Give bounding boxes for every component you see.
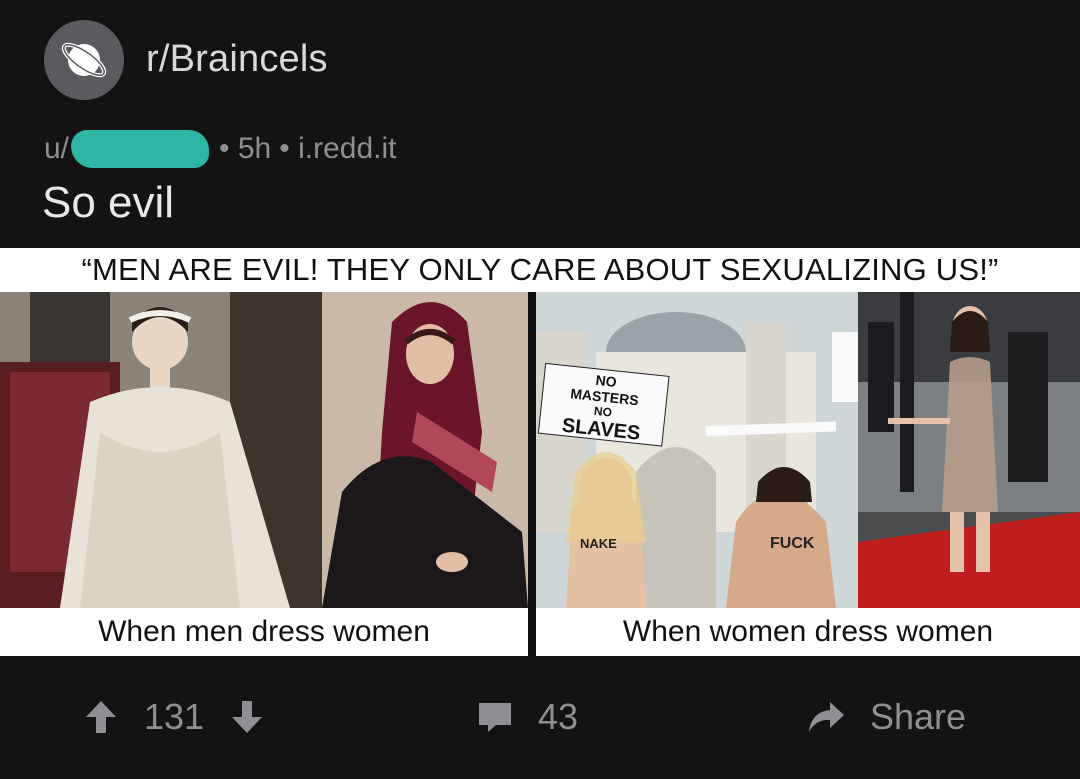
left-label: When men dress women — [0, 610, 528, 654]
photo-protest: NO MASTERS NO SLAVES NAKE FUCK — [536, 292, 858, 608]
comment-count: 43 — [538, 696, 579, 737]
post-action-bar: 131 43 Share — [0, 656, 1080, 779]
post-meta: u/ • 5h • i.redd.it — [44, 130, 396, 168]
panel-divider — [528, 292, 536, 656]
post-title[interactable]: So evil — [42, 178, 174, 228]
post-image[interactable]: “MEN ARE EVIL! THEY ONLY CARE ABOUT SEXU… — [0, 248, 1080, 656]
comment-icon — [476, 700, 514, 734]
subreddit-planet-icon[interactable] — [44, 20, 124, 100]
photo-red-carpet — [858, 292, 1080, 608]
body-text-1: NAKE — [580, 536, 617, 551]
photo-hijab — [322, 292, 528, 608]
post-age: • 5h — [219, 132, 272, 165]
post-header: r/Braincels u/ • 5h • i.redd.it So evil — [0, 0, 1080, 248]
share-button[interactable]: Share — [806, 696, 966, 738]
redacted-username — [71, 130, 210, 168]
downvote-icon[interactable] — [230, 699, 264, 735]
photo-victorian-dress — [0, 292, 322, 608]
comments-button[interactable]: 43 — [476, 696, 578, 738]
share-icon — [806, 700, 846, 734]
vote-group: 131 — [84, 696, 264, 738]
right-label: When women dress women — [536, 610, 1080, 654]
body-text-2: FUCK — [770, 535, 815, 552]
post-domain[interactable]: • i.redd.it — [279, 132, 396, 166]
share-label: Share — [870, 696, 967, 737]
author-prefix[interactable]: u/ — [44, 132, 69, 166]
subreddit-name[interactable]: r/Braincels — [146, 38, 328, 81]
upvote-icon[interactable] — [84, 699, 118, 735]
vote-count: 131 — [144, 696, 205, 737]
meme-top-caption: “MEN ARE EVIL! THEY ONLY CARE ABOUT SEXU… — [0, 248, 1080, 292]
